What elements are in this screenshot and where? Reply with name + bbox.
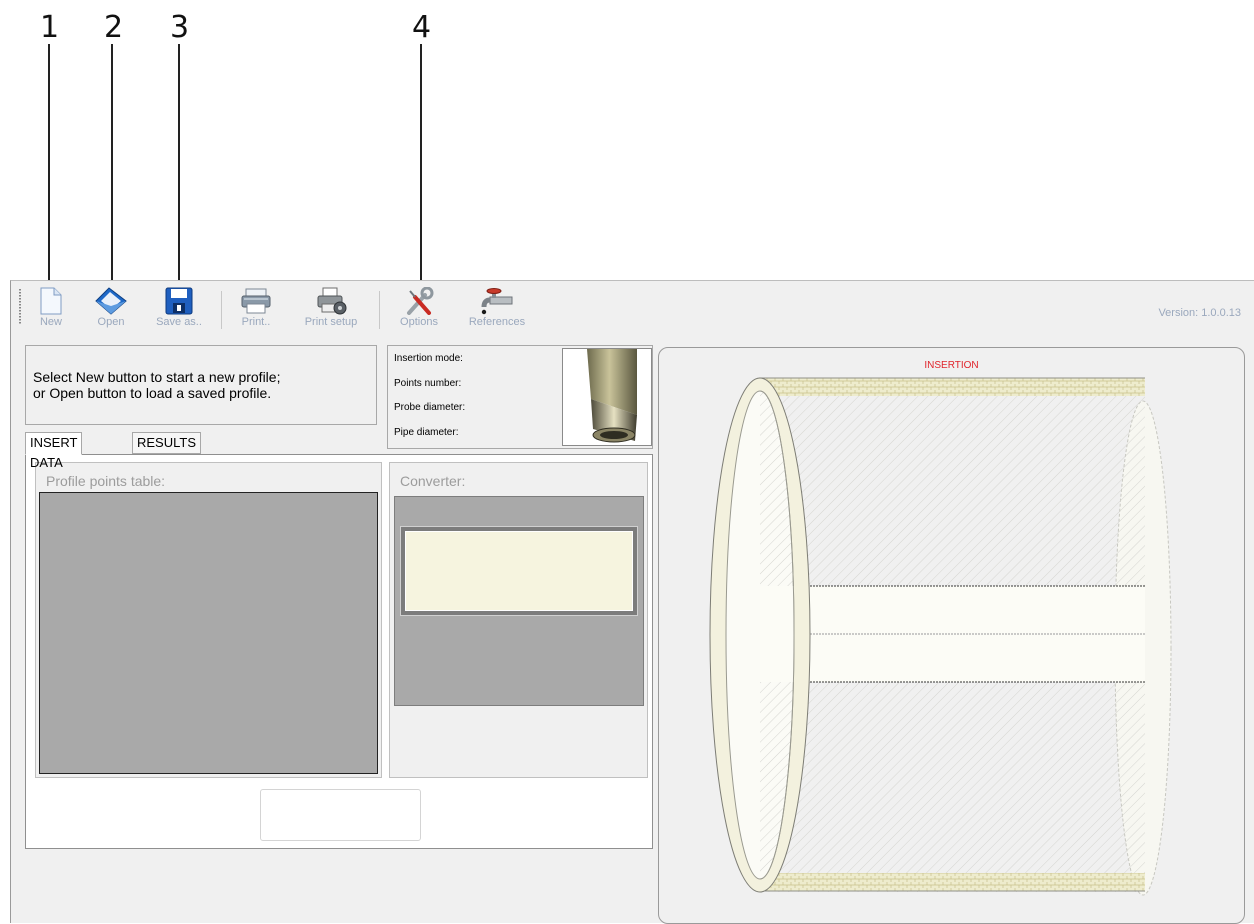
- callout-leader-3: [178, 44, 180, 294]
- print-setup-icon: [317, 287, 347, 315]
- profile-points-title: Profile points table:: [46, 473, 166, 489]
- probe-image: [562, 348, 652, 446]
- insertion-diagram-panel: INSERTION: [658, 347, 1245, 924]
- probe-info-panel: Insertion mode: Points number: Probe dia…: [387, 345, 653, 449]
- callout-3: 3: [170, 10, 190, 45]
- blank-action-box[interactable]: [260, 789, 421, 841]
- tab-insert-data[interactable]: INSERT DATA: [25, 432, 83, 470]
- save-as-button-label: Save as..: [156, 316, 202, 328]
- pipe-diagram: [709, 377, 1172, 896]
- toolbar-grip[interactable]: [19, 289, 21, 325]
- options-button-label: Options: [400, 316, 438, 328]
- callout-leader-4: [420, 44, 422, 296]
- printer-icon: [241, 288, 271, 314]
- callout-1: 1: [40, 10, 60, 45]
- new-button-label: New: [39, 316, 62, 328]
- save-as-button[interactable]: Save as..: [155, 287, 203, 335]
- new-button[interactable]: New: [35, 287, 67, 335]
- print-setup-button[interactable]: Print setup: [299, 287, 363, 335]
- print-setup-button-label: Print setup: [304, 316, 358, 328]
- converter-display: [405, 531, 633, 611]
- references-button[interactable]: References: [467, 287, 527, 335]
- points-number-label: Points number:: [394, 378, 462, 389]
- open-folder-icon: [95, 287, 127, 315]
- references-button-label: References: [468, 316, 526, 328]
- app-window: New Open Save as.. Print.. Print setup O…: [10, 280, 1254, 924]
- open-button[interactable]: Open: [91, 287, 131, 335]
- converter-display-frame: [400, 526, 638, 616]
- toolbar-separator: [221, 291, 222, 329]
- version-label: Version: 1.0.0.13: [1158, 307, 1241, 319]
- callout-2: 2: [104, 10, 124, 45]
- insert-data-tab-panel: Profile points table: Converter:: [25, 454, 653, 849]
- callout-leader-1: [48, 44, 50, 290]
- profile-points-table[interactable]: [39, 492, 378, 774]
- instruction-message: Select New button to start a new profile…: [33, 369, 280, 401]
- open-button-label: Open: [97, 316, 125, 328]
- probe-icon: [587, 349, 637, 443]
- insertion-mode-label: Insertion mode:: [394, 353, 463, 364]
- converter-title: Converter:: [400, 473, 466, 489]
- profile-points-group: Profile points table:: [35, 462, 382, 778]
- callout-4: 4: [412, 10, 432, 45]
- pipe-diameter-label: Pipe diameter:: [394, 427, 459, 438]
- converter-group: Converter:: [389, 462, 648, 778]
- tab-results[interactable]: RESULTS: [132, 432, 201, 454]
- converter-area: [394, 496, 644, 706]
- wrench-screwdriver-icon: [407, 287, 434, 315]
- probe-diameter-label: Probe diameter:: [394, 402, 466, 413]
- floppy-disk-icon: [165, 287, 193, 315]
- print-button-label: Print..: [241, 316, 271, 328]
- options-button[interactable]: Options: [395, 287, 443, 335]
- new-document-icon: [40, 287, 62, 315]
- instruction-line-1: Select New button to start a new profile…: [33, 369, 281, 385]
- toolbar-separator: [379, 291, 380, 329]
- toolbar: New Open Save as.. Print.. Print setup O…: [11, 281, 1254, 337]
- print-button[interactable]: Print..: [235, 287, 277, 335]
- valve-pipe-icon: [481, 288, 513, 315]
- instruction-line-2: or Open button to load a saved profile.: [33, 385, 272, 401]
- callout-leader-2: [111, 44, 113, 290]
- instruction-message-box: Select New button to start a new profile…: [25, 345, 377, 425]
